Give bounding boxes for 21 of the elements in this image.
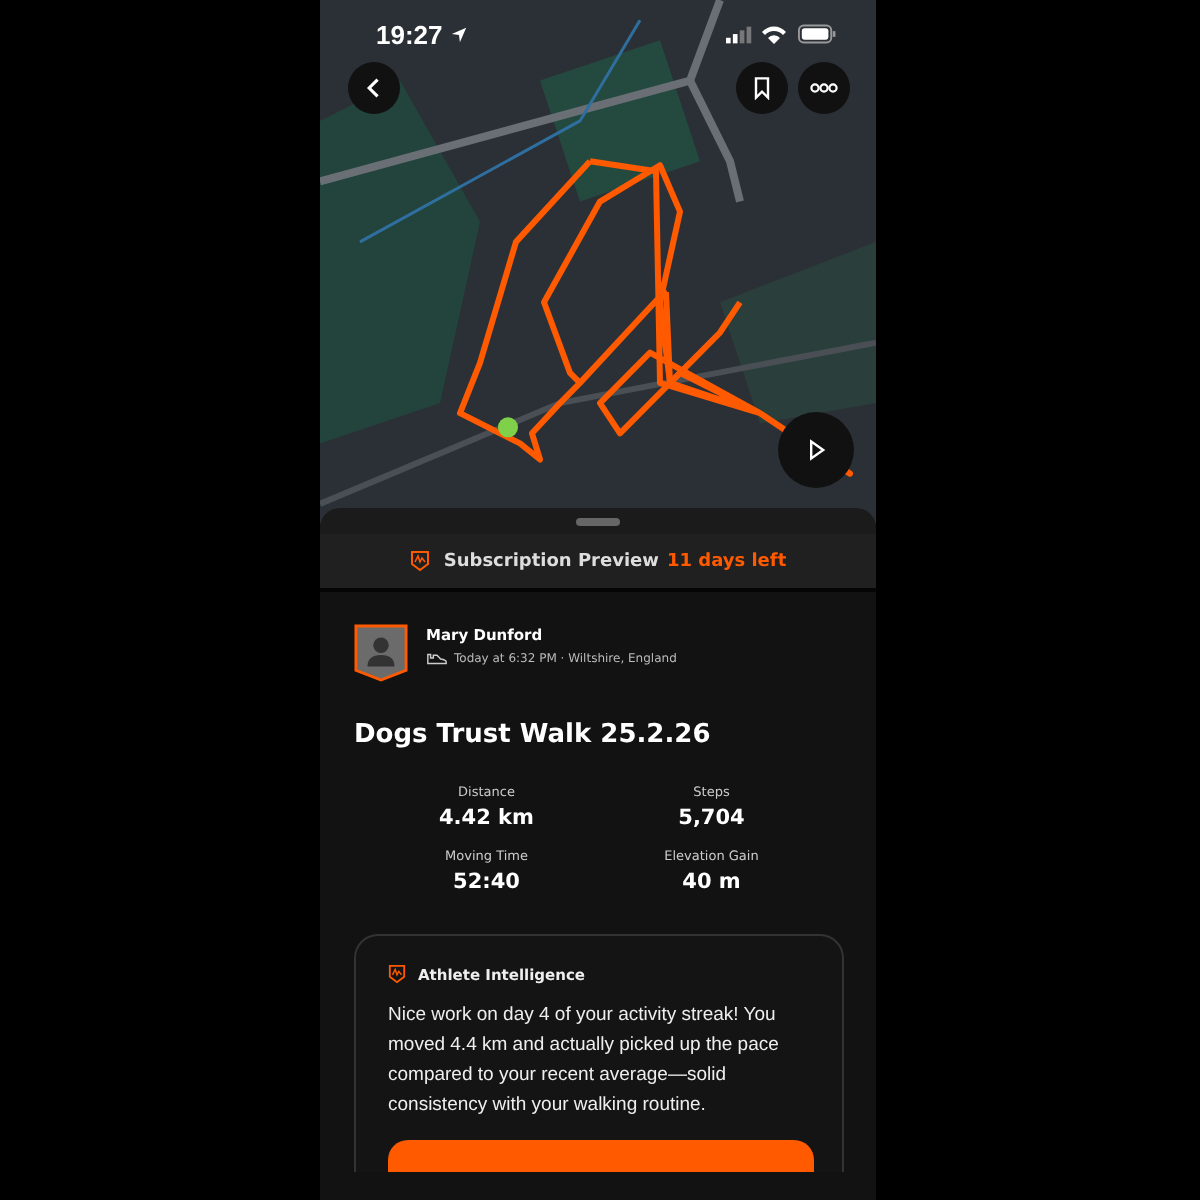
- subscription-label: Subscription Preview: [443, 551, 659, 571]
- signal-icon: [726, 25, 752, 43]
- stat-value: 5,704: [676, 806, 747, 830]
- stat-value: 40 m: [680, 870, 743, 894]
- wifi-icon: [762, 25, 786, 43]
- bookmark-icon: [750, 76, 774, 100]
- location-arrow-icon: [450, 25, 469, 43]
- status-time: 19:27: [376, 19, 443, 49]
- play-icon: [804, 438, 828, 462]
- shield-icon: [409, 550, 430, 572]
- days-left-text: 11 days left: [666, 551, 787, 571]
- drag-handle[interactable]: [576, 518, 620, 526]
- shield-icon: [388, 964, 406, 984]
- stat-value: 52:40: [451, 870, 522, 894]
- activity-title: Dogs Trust Walk 25.2.26: [354, 720, 713, 750]
- avatar-icon[interactable]: [354, 624, 408, 682]
- insight-text: Nice work on day 4 of your activity streak! You moved 4.4 km and actually picked up the pace compared to your recent average—solid consistency with your walking routine.: [388, 1002, 781, 1120]
- shoe-icon: [426, 652, 448, 666]
- more-icon: [810, 82, 838, 94]
- stat-value: 4.42 km: [437, 806, 536, 830]
- battery-icon: [798, 24, 836, 44]
